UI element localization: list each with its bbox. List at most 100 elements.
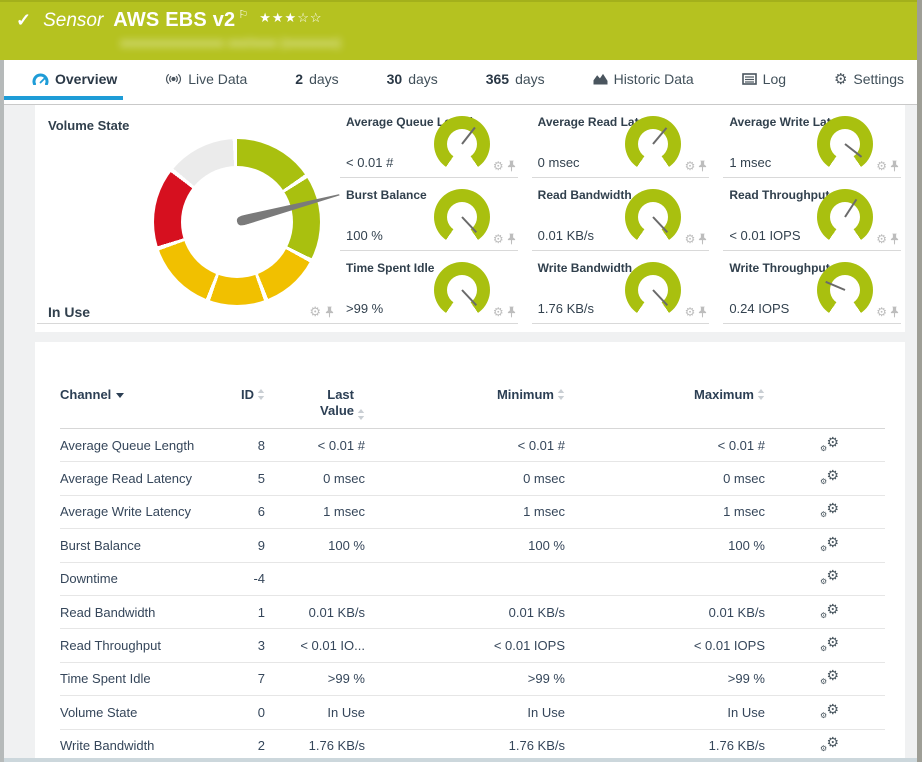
pin-icon[interactable]: [890, 160, 899, 172]
channel-settings-icon[interactable]: ⚙⚙: [821, 603, 839, 619]
header-last-value[interactable]: Last Value: [265, 387, 365, 420]
tab-2-days[interactable]: 2days: [293, 67, 340, 91]
channel-last-value: 0.01 KB/s: [265, 605, 365, 620]
header-channel[interactable]: Channel: [60, 387, 230, 402]
channel-minimum: < 0.01 IOPS: [365, 638, 565, 653]
table-row: Downtime -4 ⚙⚙: [60, 563, 885, 596]
gear-icon[interactable]: ⚙: [493, 306, 504, 318]
main-gauge-value: In Use: [48, 304, 90, 320]
mini-gauge-needle: [461, 216, 477, 233]
tab-30-days[interactable]: 30days: [385, 67, 440, 91]
mini-gauge-value: < 0.01 #: [346, 155, 393, 170]
table-row: Average Queue Length 8 < 0.01 # < 0.01 #…: [60, 429, 885, 462]
mini-gauge-arc: [434, 262, 490, 318]
channel-settings-icon[interactable]: ⚙⚙: [821, 736, 839, 752]
channel-settings-icon[interactable]: ⚙⚙: [821, 669, 839, 685]
mini-gauge-value: 100 %: [346, 228, 383, 243]
channel-maximum: 100 %: [565, 538, 765, 553]
table-row: Burst Balance 9 100 % 100 % 100 % ⚙⚙: [60, 529, 885, 562]
header-minimum[interactable]: Minimum: [365, 387, 565, 402]
mini-gauge-title: Write Throughput: [729, 261, 829, 275]
channel-settings-icon[interactable]: ⚙⚙: [821, 703, 839, 719]
mini-gauge-needle: [461, 289, 477, 306]
tab-live-data[interactable]: Live Data: [163, 67, 249, 91]
gear-icon[interactable]: ⚙: [309, 305, 321, 318]
mini-gauge-arc: [625, 116, 681, 172]
channel-id: 9: [230, 538, 265, 553]
channel-minimum: 100 %: [365, 538, 565, 553]
gauge-icon: [32, 73, 49, 85]
tab-365-days[interactable]: 365days: [484, 67, 547, 91]
mini-gauge-value: 1 msec: [729, 155, 771, 170]
channel-settings-icon[interactable]: ⚙⚙: [821, 502, 839, 518]
pin-icon[interactable]: [507, 233, 516, 245]
sensor-title: AWS EBS v2: [113, 9, 235, 32]
tab-historic-data[interactable]: Historic Data: [591, 67, 696, 91]
table-row: Average Write Latency 6 1 msec 1 msec 1 …: [60, 496, 885, 529]
gear-icon[interactable]: ⚙: [493, 233, 504, 245]
pin-icon[interactable]: [507, 160, 516, 172]
channel-settings-icon[interactable]: ⚙⚙: [821, 636, 839, 652]
tab-overview[interactable]: Overview: [30, 67, 119, 91]
mini-gauge-grid: Average Queue Length < 0.01 # ⚙ Average …: [340, 105, 905, 332]
volume-state-donut: [154, 139, 320, 305]
header-id[interactable]: ID: [230, 387, 265, 402]
channel-maximum: 0.01 KB/s: [565, 605, 765, 620]
mini-gauge-value: < 0.01 IOPS: [729, 228, 800, 243]
pin-icon[interactable]: [325, 306, 334, 318]
tab-settings[interactable]: ⚙ Settings: [832, 67, 906, 91]
gear-icon[interactable]: ⚙: [876, 306, 887, 318]
gear-icon[interactable]: ⚙: [493, 160, 504, 172]
gear-icon[interactable]: ⚙: [876, 233, 887, 245]
mini-gauge-title: Burst Balance: [346, 188, 427, 202]
channel-maximum: >99 %: [565, 671, 765, 686]
channel-last-value: 1.76 KB/s: [265, 738, 365, 753]
channel-maximum: < 0.01 IOPS: [565, 638, 765, 653]
gear-icon[interactable]: ⚙: [685, 233, 696, 245]
channel-maximum: < 0.01 #: [565, 438, 765, 453]
channel-settings-icon[interactable]: ⚙⚙: [821, 569, 839, 585]
channel-last-value: 1 msec: [265, 504, 365, 519]
pin-icon[interactable]: [890, 233, 899, 245]
mini-gauge: Time Spent Idle >99 % ⚙: [340, 251, 518, 324]
pin-icon[interactable]: [698, 160, 707, 172]
channel-settings-icon[interactable]: ⚙⚙: [821, 536, 839, 552]
channel-table-card: Channel ID Last Value Minimum Maximum Av…: [35, 342, 905, 762]
channel-minimum: >99 %: [365, 671, 565, 686]
tab-log[interactable]: Log: [740, 67, 788, 91]
channel-maximum: 0 msec: [565, 471, 765, 486]
channel-minimum: < 0.01 #: [365, 438, 565, 453]
pin-icon[interactable]: [698, 233, 707, 245]
mini-gauge-title: Read Throughput: [729, 188, 829, 202]
prtg-sensor-page: ✓ Sensor AWS EBS v2 ⚐ ★★★☆☆ xxxxxxxxxxxx…: [0, 0, 922, 762]
channel-name: Write Bandwidth: [60, 738, 230, 753]
channel-last-value: In Use: [265, 705, 365, 720]
mini-gauge-needle: [844, 143, 862, 158]
area-chart-icon: [593, 73, 608, 85]
volume-state-gauge: Volume State In Use ⚙: [35, 105, 340, 324]
channel-last-value: >99 %: [265, 671, 365, 686]
gear-icon[interactable]: ⚙: [685, 160, 696, 172]
channel-minimum: 0 msec: [365, 471, 565, 486]
header-maximum[interactable]: Maximum: [565, 387, 765, 402]
gear-icon[interactable]: ⚙: [685, 306, 696, 318]
mini-gauge-needle: [461, 127, 476, 145]
window-edge-right: [917, 0, 922, 762]
sensor-kind-label: Sensor: [43, 10, 103, 32]
mini-gauge-value: 0.24 IOPS: [729, 301, 789, 316]
channel-settings-icon[interactable]: ⚙⚙: [821, 436, 839, 452]
channel-settings-icon[interactable]: ⚙⚙: [821, 469, 839, 485]
mini-gauge-value: 0.01 KB/s: [538, 228, 594, 243]
flag-icon[interactable]: ⚐: [238, 8, 248, 21]
gear-icon[interactable]: ⚙: [876, 160, 887, 172]
channel-id: 7: [230, 671, 265, 686]
mini-gauge-arc: [817, 116, 873, 172]
pin-icon[interactable]: [698, 306, 707, 318]
priority-stars[interactable]: ★★★☆☆: [259, 10, 322, 26]
channel-name: Read Throughput: [60, 638, 230, 653]
pin-icon[interactable]: [890, 306, 899, 318]
channel-name: Time Spent Idle: [60, 671, 230, 686]
channel-last-value: < 0.01 IO...: [265, 638, 365, 653]
gear-icon: ⚙: [834, 72, 847, 87]
pin-icon[interactable]: [507, 306, 516, 318]
